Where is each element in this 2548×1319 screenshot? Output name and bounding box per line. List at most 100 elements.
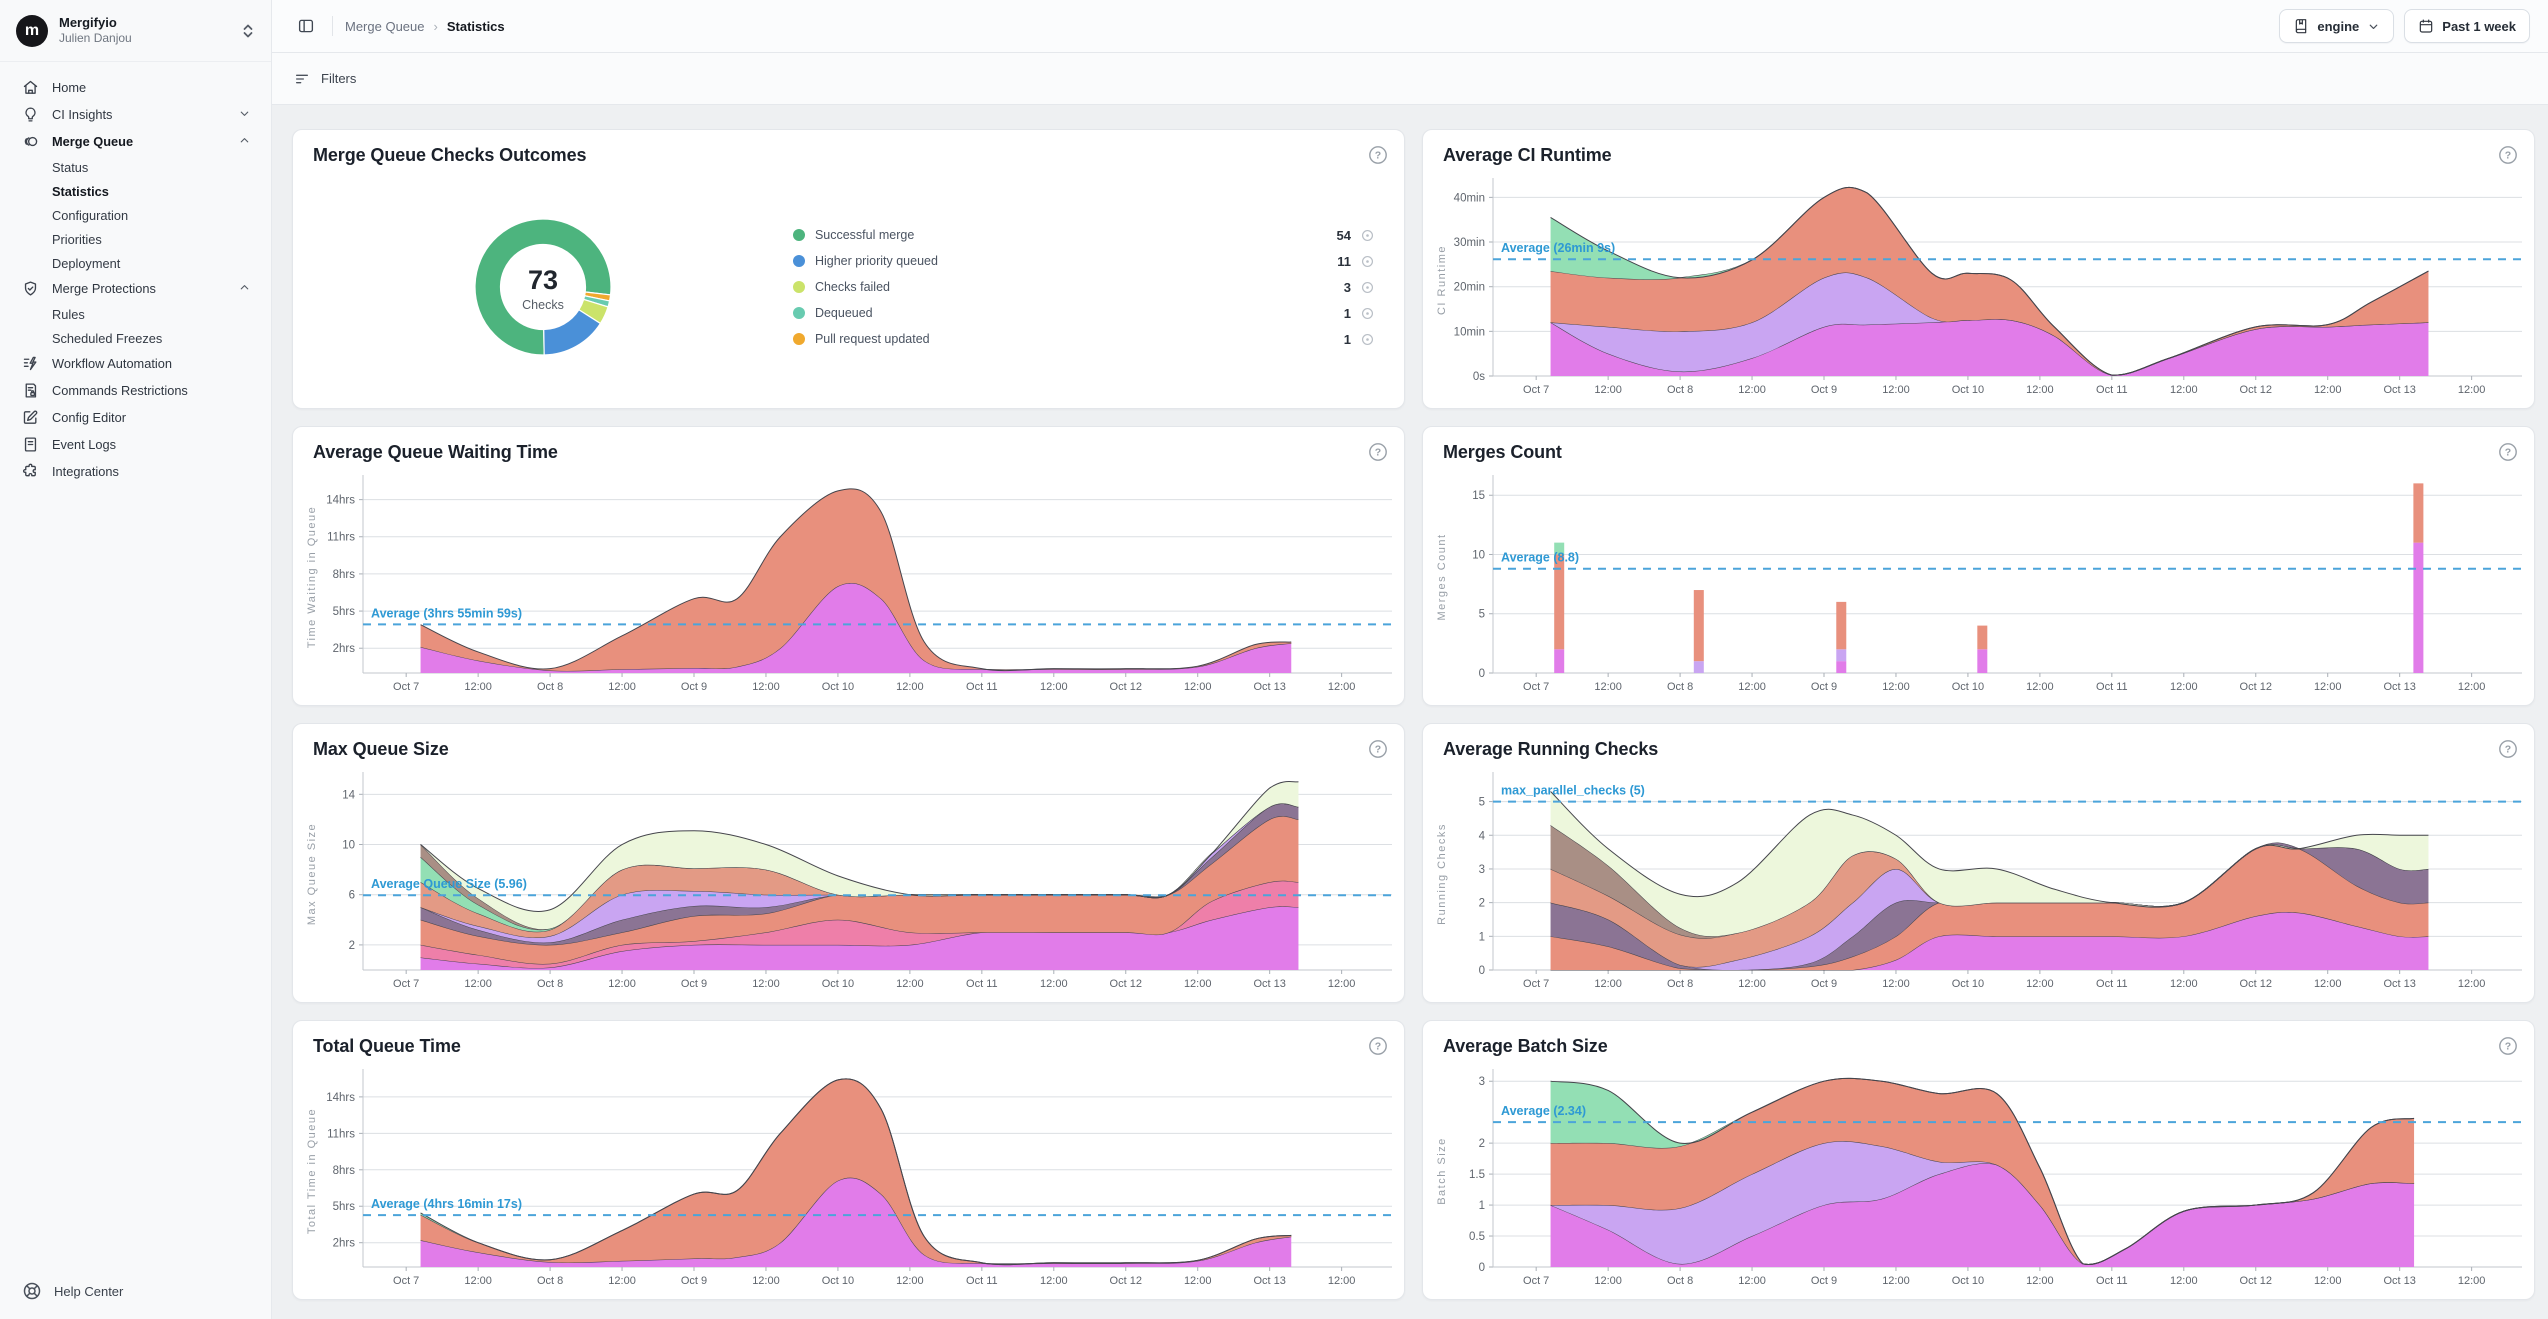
- puzzle-icon: [22, 463, 39, 480]
- sidebar-item-label: Home: [52, 80, 251, 95]
- panel-title: Average Batch Size: [1443, 1036, 1608, 1057]
- svg-text:Merges Count: Merges Count: [1436, 533, 1448, 620]
- svg-text:12:00: 12:00: [464, 1275, 492, 1287]
- help-icon[interactable]: ?: [2498, 442, 2518, 462]
- svg-text:Oct 12: Oct 12: [2240, 1275, 2272, 1287]
- sidebar-item-merge-queue[interactable]: Merge Queue: [0, 128, 271, 155]
- svg-text:12:00: 12:00: [1594, 1275, 1622, 1287]
- help-center-link[interactable]: Help Center: [22, 1281, 123, 1301]
- help-icon[interactable]: ?: [1368, 1036, 1388, 1056]
- svg-text:Oct 13: Oct 13: [1253, 978, 1285, 990]
- legend-info-icon[interactable]: [1361, 229, 1374, 242]
- svg-text:12:00: 12:00: [1738, 384, 1766, 396]
- sidebar-toggle-button[interactable]: [292, 12, 320, 40]
- sidebar-item-rules[interactable]: Rules: [0, 302, 271, 326]
- svg-text:Oct 7: Oct 7: [393, 681, 419, 693]
- org-avatar-glyph: m: [25, 22, 39, 40]
- help-icon[interactable]: ?: [2498, 739, 2518, 759]
- sidebar-item-workflow-automation[interactable]: Workflow Automation: [0, 350, 271, 377]
- sidebar-item-priorities[interactable]: Priorities: [0, 227, 271, 251]
- svg-text:12:00: 12:00: [2170, 978, 2198, 990]
- svg-text:12:00: 12:00: [1040, 1275, 1068, 1287]
- svg-text:12:00: 12:00: [1738, 978, 1766, 990]
- breadcrumb-parent[interactable]: Merge Queue: [345, 19, 425, 34]
- sidebar-item-label: Integrations: [52, 464, 251, 479]
- org-avatar: m: [16, 15, 48, 47]
- svg-text:Oct 8: Oct 8: [1667, 681, 1693, 693]
- chevron-updown-icon[interactable]: [241, 23, 255, 39]
- sidebar-item-scheduled-freezes[interactable]: Scheduled Freezes: [0, 326, 271, 350]
- svg-text:Oct 11: Oct 11: [2096, 681, 2128, 693]
- svg-text:12:00: 12:00: [752, 1275, 780, 1287]
- svg-text:12:00: 12:00: [2170, 1275, 2198, 1287]
- sidebar-item-label: Merge Queue: [52, 134, 238, 149]
- repository-select[interactable]: engine: [2279, 9, 2394, 43]
- help-icon[interactable]: ?: [1368, 739, 1388, 759]
- svg-text:12:00: 12:00: [2026, 978, 2054, 990]
- svg-text:12:00: 12:00: [1882, 1275, 1910, 1287]
- legend-item[interactable]: Checks failed3: [793, 280, 1374, 295]
- legend-item[interactable]: Successful merge54: [793, 228, 1374, 243]
- svg-text:5: 5: [1479, 797, 1485, 809]
- doclines-icon: [22, 436, 39, 453]
- filters-label[interactable]: Filters: [321, 71, 356, 86]
- svg-text:12:00: 12:00: [608, 978, 636, 990]
- svg-text:12:00: 12:00: [1040, 978, 1068, 990]
- svg-text:12:00: 12:00: [1328, 978, 1356, 990]
- legend-info-icon[interactable]: [1361, 281, 1374, 294]
- sidebar-item-deployment[interactable]: Deployment: [0, 251, 271, 275]
- svg-text:Oct 7: Oct 7: [1523, 1275, 1549, 1287]
- svg-text:73: 73: [528, 265, 558, 295]
- legend-value: 11: [1337, 254, 1351, 269]
- date-range-button[interactable]: Past 1 week: [2404, 9, 2530, 43]
- sidebar: m Mergifyio Julien Danjou Home CI Insight…: [0, 0, 272, 1319]
- sidebar-item-status[interactable]: Status: [0, 155, 271, 179]
- svg-text:5hrs: 5hrs: [333, 606, 356, 618]
- sidebar-item-statistics[interactable]: Statistics: [0, 179, 271, 203]
- chart-canvas: 00.511.523Oct 712:00Oct 812:00Oct 912:00…: [1423, 1057, 2534, 1300]
- sidebar-item-home[interactable]: Home: [0, 74, 271, 101]
- svg-text:Oct 11: Oct 11: [2096, 1275, 2128, 1287]
- help-icon[interactable]: ?: [2498, 1036, 2518, 1056]
- panel-average-queue-waiting-time: Average Queue Waiting Time ? 2hrs5hrs8hr…: [292, 426, 1405, 706]
- sidebar-item-configuration[interactable]: Configuration: [0, 203, 271, 227]
- help-icon[interactable]: ?: [2498, 145, 2518, 165]
- svg-text:?: ?: [2505, 447, 2511, 459]
- sidebar-item-config-editor[interactable]: Config Editor: [0, 404, 271, 431]
- legend-info-icon[interactable]: [1361, 333, 1374, 346]
- legend-info-icon[interactable]: [1361, 307, 1374, 320]
- svg-text:12:00: 12:00: [2314, 681, 2342, 693]
- svg-text:Oct 8: Oct 8: [537, 681, 563, 693]
- svg-text:Oct 13: Oct 13: [2383, 1275, 2415, 1287]
- sidebar-item-ci-insights[interactable]: CI Insights: [0, 101, 271, 128]
- sidebar-item-event-logs[interactable]: Event Logs: [0, 431, 271, 458]
- svg-text:12:00: 12:00: [896, 978, 924, 990]
- chart-canvas: 2hrs5hrs8hrs11hrs14hrsOct 712:00Oct 812:…: [293, 463, 1404, 706]
- svg-text:12:00: 12:00: [1040, 681, 1068, 693]
- sidebar-item-commands-restrictions[interactable]: Commands Restrictions: [0, 377, 271, 404]
- help-icon[interactable]: ?: [1368, 442, 1388, 462]
- svg-text:12:00: 12:00: [2026, 384, 2054, 396]
- svg-text:Average Queue Size (5.96): Average Queue Size (5.96): [371, 877, 527, 891]
- legend-info-icon[interactable]: [1361, 255, 1374, 268]
- svg-text:12:00: 12:00: [1882, 384, 1910, 396]
- svg-text:Oct 8: Oct 8: [1667, 384, 1693, 396]
- panel-header: Max Queue Size ?: [293, 724, 1404, 760]
- panel-title: Total Queue Time: [313, 1036, 461, 1057]
- sidebar-item-merge-protections[interactable]: Merge Protections: [0, 275, 271, 302]
- svg-text:Time Waiting in Queue: Time Waiting in Queue: [306, 506, 318, 649]
- svg-text:11hrs: 11hrs: [327, 532, 355, 544]
- legend-item[interactable]: Dequeued1: [793, 306, 1374, 321]
- svg-text:30min: 30min: [1454, 237, 1485, 249]
- svg-text:12:00: 12:00: [1328, 1275, 1356, 1287]
- legend-color-dot: [793, 333, 805, 345]
- sidebar-item-label: Scheduled Freezes: [52, 331, 251, 346]
- svg-text:12:00: 12:00: [2026, 1275, 2054, 1287]
- sidebar-item-integrations[interactable]: Integrations: [0, 458, 271, 485]
- svg-text:10: 10: [1472, 549, 1485, 561]
- help-icon[interactable]: ?: [1368, 145, 1388, 165]
- org-switcher[interactable]: m Mergifyio Julien Danjou: [0, 0, 271, 62]
- sidebar-item-label: Rules: [52, 307, 251, 322]
- legend-item[interactable]: Higher priority queued11: [793, 254, 1374, 269]
- legend-item[interactable]: Pull request updated1: [793, 332, 1374, 347]
